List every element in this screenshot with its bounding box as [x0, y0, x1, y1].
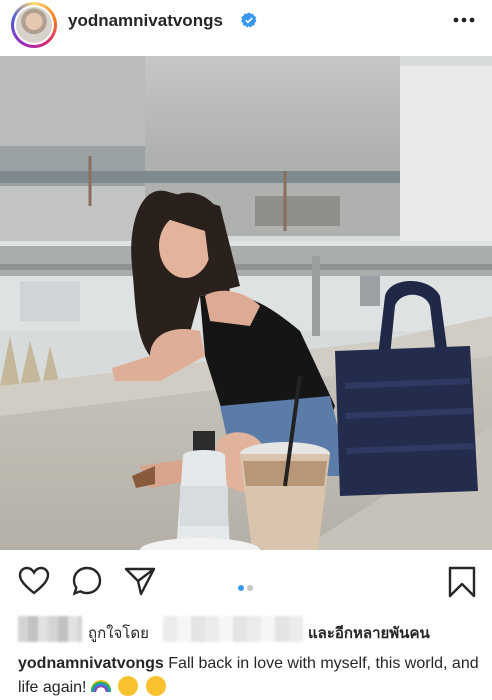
- avatar[interactable]: [11, 2, 57, 48]
- post-photo[interactable]: [0, 56, 492, 550]
- post-username[interactable]: yodnamnivatvongs: [68, 11, 223, 31]
- heart-icon[interactable]: [18, 566, 50, 596]
- others-label[interactable]: และอีกหลายพันคน: [308, 621, 430, 645]
- verified-badge-icon: [241, 12, 257, 28]
- bookmark-icon[interactable]: [448, 566, 476, 598]
- upside-down-face-emoji-icon: [145, 676, 166, 696]
- send-icon[interactable]: [124, 566, 156, 596]
- caption-username[interactable]: yodnamnivatvongs: [18, 655, 164, 672]
- comment-icon[interactable]: [72, 566, 102, 596]
- carousel-dot: [247, 585, 253, 591]
- post-header: yodnamnivatvongs: [0, 0, 492, 54]
- rainbow-emoji-icon: [90, 680, 111, 692]
- carousel-indicator: [238, 578, 256, 596]
- more-options-icon[interactable]: [452, 16, 476, 24]
- liked-by-label: ถูกใจโดย: [88, 625, 149, 642]
- carousel-dot-active: [238, 585, 244, 591]
- liker-avatar-redacted[interactable]: [18, 616, 82, 642]
- post-caption: yodnamnivatvongs Fall back in love with …: [18, 652, 480, 700]
- likes-line: ถูกใจโดย และอีกหลายพันคน: [18, 616, 488, 642]
- smiling-face-emoji-icon: [118, 676, 139, 696]
- liker-name-redacted[interactable]: [163, 616, 303, 642]
